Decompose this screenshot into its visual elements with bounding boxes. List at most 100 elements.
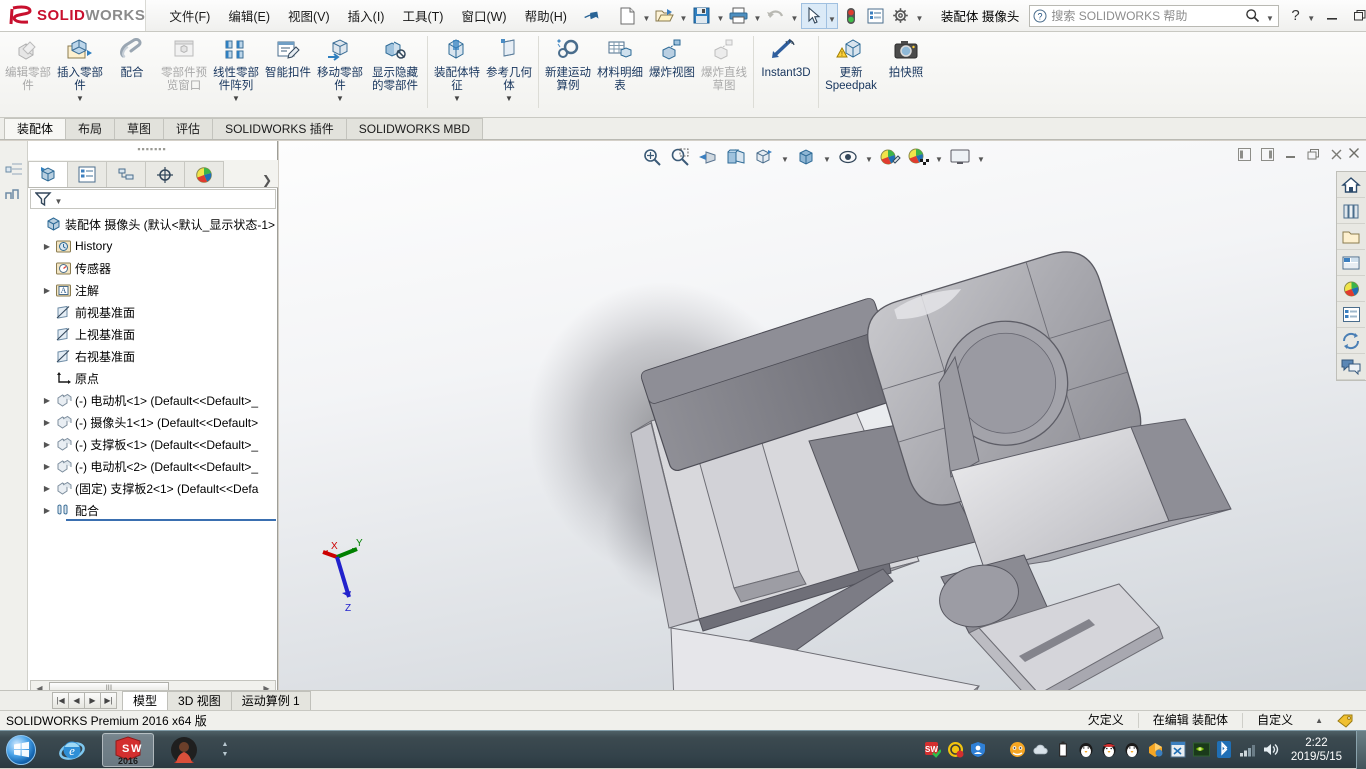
menu-help[interactable]: 帮助(H) [516, 2, 576, 29]
tree-item-component-1[interactable]: ▶ (-) 电动机<1> (Default<<Default>_ [30, 389, 278, 411]
taskbar-photo-app[interactable] [158, 733, 210, 767]
tree-item-origin[interactable]: 原点 [30, 367, 278, 389]
ribbon-linear-component-pattern[interactable]: 线性零部件阵列 ▼ [210, 32, 262, 106]
select-icon[interactable] [802, 4, 826, 28]
restore-right-icon[interactable] [1257, 144, 1277, 164]
settings-dropdown[interactable]: ▼ [914, 5, 925, 27]
ribbon-component-preview-window[interactable]: 零部件预览窗口 [158, 32, 210, 106]
tree-item-right-plane[interactable]: 右视基准面 [30, 345, 278, 367]
expander-icon[interactable]: ▶ [40, 462, 54, 471]
expander-icon[interactable]: ▶ [40, 242, 54, 251]
hide-show-items-icon[interactable] [835, 145, 861, 169]
bottom-tab-3d-views[interactable]: 3D 视图 [167, 691, 232, 710]
restore-button[interactable] [1347, 4, 1366, 28]
scroll-down-arrow[interactable]: ▼ [222, 751, 229, 758]
close-icon[interactable] [1326, 144, 1346, 164]
expander-icon[interactable]: ▶ [40, 396, 54, 405]
configuration-manager-tab[interactable] [106, 161, 146, 187]
help-dropdown[interactable]: ▼ [1306, 5, 1317, 27]
taskbar-scroll-arrows[interactable]: ▲ ▼ [216, 734, 234, 766]
tree-item-front-plane[interactable]: 前视基准面 [30, 301, 278, 323]
qq-icon[interactable] [1101, 741, 1118, 758]
options-list-icon[interactable] [864, 4, 888, 28]
menu-file[interactable]: 文件(F) [160, 2, 219, 29]
save-dropdown[interactable]: ▼ [715, 5, 726, 27]
expander-icon[interactable]: ▶ [40, 286, 54, 295]
bottom-tab-motion-study[interactable]: 运动算例 1 [230, 691, 311, 710]
assembly-3d-model[interactable] [279, 141, 1366, 700]
ribbon-mate[interactable]: 配合 [106, 32, 158, 106]
expander-icon[interactable]: ▶ [40, 440, 54, 449]
minimize-icon[interactable] [1280, 144, 1300, 164]
ribbon-insert-component[interactable]: 插入零部件 ▼ [54, 32, 106, 106]
save-icon[interactable] [690, 4, 714, 28]
search-icon[interactable] [1245, 8, 1260, 23]
thunder-download-icon[interactable] [1009, 741, 1026, 758]
ribbon-explode-line-sketch[interactable]: 爆炸直线草图 [698, 32, 750, 106]
menu-insert[interactable]: 插入(I) [339, 2, 394, 29]
ribbon-exploded-view[interactable]: 爆炸视图 [646, 32, 698, 106]
display-style-icon[interactable] [793, 145, 819, 169]
hide-show-tree-icon[interactable] [4, 187, 24, 203]
sw-tray-icon[interactable]: SW [924, 741, 941, 758]
new-document-icon[interactable] [616, 4, 640, 28]
undo-icon[interactable] [764, 4, 788, 28]
windows-start-icon[interactable] [0, 732, 42, 768]
ribbon-show-hidden-components[interactable]: 显示隐藏的零部件 [366, 32, 424, 106]
chevron-down-icon[interactable]: ▼ [336, 94, 344, 103]
view-settings-dropdown[interactable]: ▼ [975, 145, 987, 169]
manager-tabs-more[interactable]: ❯ [262, 173, 278, 187]
nvidia-icon[interactable] [1192, 741, 1210, 758]
solidworks-resources-icon[interactable] [1337, 172, 1365, 198]
property-manager-tab[interactable] [67, 161, 107, 187]
zoom-to-area-icon[interactable] [667, 145, 693, 169]
chevron-down-icon[interactable]: ▼ [76, 94, 84, 103]
tab-evaluate[interactable]: 评估 [163, 118, 214, 139]
tag-icon[interactable] [1331, 714, 1360, 728]
feature-tree-filter[interactable]: ▼ [30, 189, 276, 209]
tab-nav-next[interactable]: ▶ [84, 692, 101, 709]
view-settings-icon[interactable] [947, 145, 973, 169]
feature-tree-tab[interactable] [28, 161, 68, 187]
tree-item-component-5[interactable]: ▶ (固定) 支撑板2<1> (Default<<Defa [30, 477, 278, 499]
apply-scene-icon[interactable] [905, 145, 931, 169]
bluetooth-icon[interactable] [1216, 741, 1233, 758]
show-desktop-button[interactable] [1356, 730, 1366, 769]
ccb-tray-icon[interactable] [947, 741, 964, 758]
view-orientation-dropdown[interactable]: ▼ [779, 145, 791, 169]
menu-tools[interactable]: 工具(T) [393, 2, 452, 29]
minimize-button[interactable] [1319, 4, 1345, 28]
solidworks-forum-icon[interactable] [1337, 328, 1365, 354]
undo-dropdown[interactable]: ▼ [789, 5, 800, 27]
ribbon-edit-component[interactable]: 编辑零部件 [2, 32, 54, 106]
scroll-up-arrow[interactable]: ▲ [222, 741, 229, 748]
tab-sketch[interactable]: 草图 [114, 118, 165, 139]
excel-icon[interactable] [1170, 741, 1187, 758]
design-library-icon[interactable] [1337, 198, 1365, 224]
menu-edit[interactable]: 编辑(E) [219, 2, 279, 29]
ribbon-update-speedpak[interactable]: ! 更新 Speedpak [822, 32, 880, 106]
zoom-to-fit-icon[interactable] [639, 145, 665, 169]
expander-icon[interactable]: ▶ [40, 506, 54, 515]
task-pane-close-icon[interactable] [1348, 147, 1360, 159]
taskbar-internet-explorer[interactable]: e [46, 733, 98, 767]
flyout-tree-icon[interactable] [4, 161, 24, 181]
menu-window[interactable]: 窗口(W) [452, 2, 515, 29]
tree-item-component-4[interactable]: ▶ (-) 电动机<2> (Default<<Default>_ [30, 455, 278, 477]
tree-item-top-plane[interactable]: 上视基准面 [30, 323, 278, 345]
appearances-scenes-icon[interactable] [1337, 276, 1365, 302]
restore-left-icon[interactable] [1234, 144, 1254, 164]
tree-item-history[interactable]: ▶ History [30, 235, 278, 257]
tree-item-assembly-root[interactable]: 装配体 摄像头 (默认<默认_显示状态-1> [30, 213, 278, 235]
expander-icon[interactable]: ▶ [40, 484, 54, 493]
tab-nav-first[interactable]: |◀ [52, 692, 69, 709]
tree-item-component-2[interactable]: ▶ (-) 摄像头1<1> (Default<<Default> [30, 411, 278, 433]
edit-appearance-icon[interactable] [877, 145, 903, 169]
tab-layout[interactable]: 布局 [65, 118, 116, 139]
display-style-dropdown[interactable]: ▼ [821, 145, 833, 169]
display-manager-tab[interactable] [184, 161, 224, 187]
select-dropdown[interactable]: ▼ [825, 3, 837, 28]
help-search-box[interactable]: ? 搜索 SOLIDWORKS 帮助 ▼ [1029, 4, 1280, 27]
tree-item-sensors[interactable]: 传感器 [30, 257, 278, 279]
view-palette-icon[interactable] [1337, 250, 1365, 276]
